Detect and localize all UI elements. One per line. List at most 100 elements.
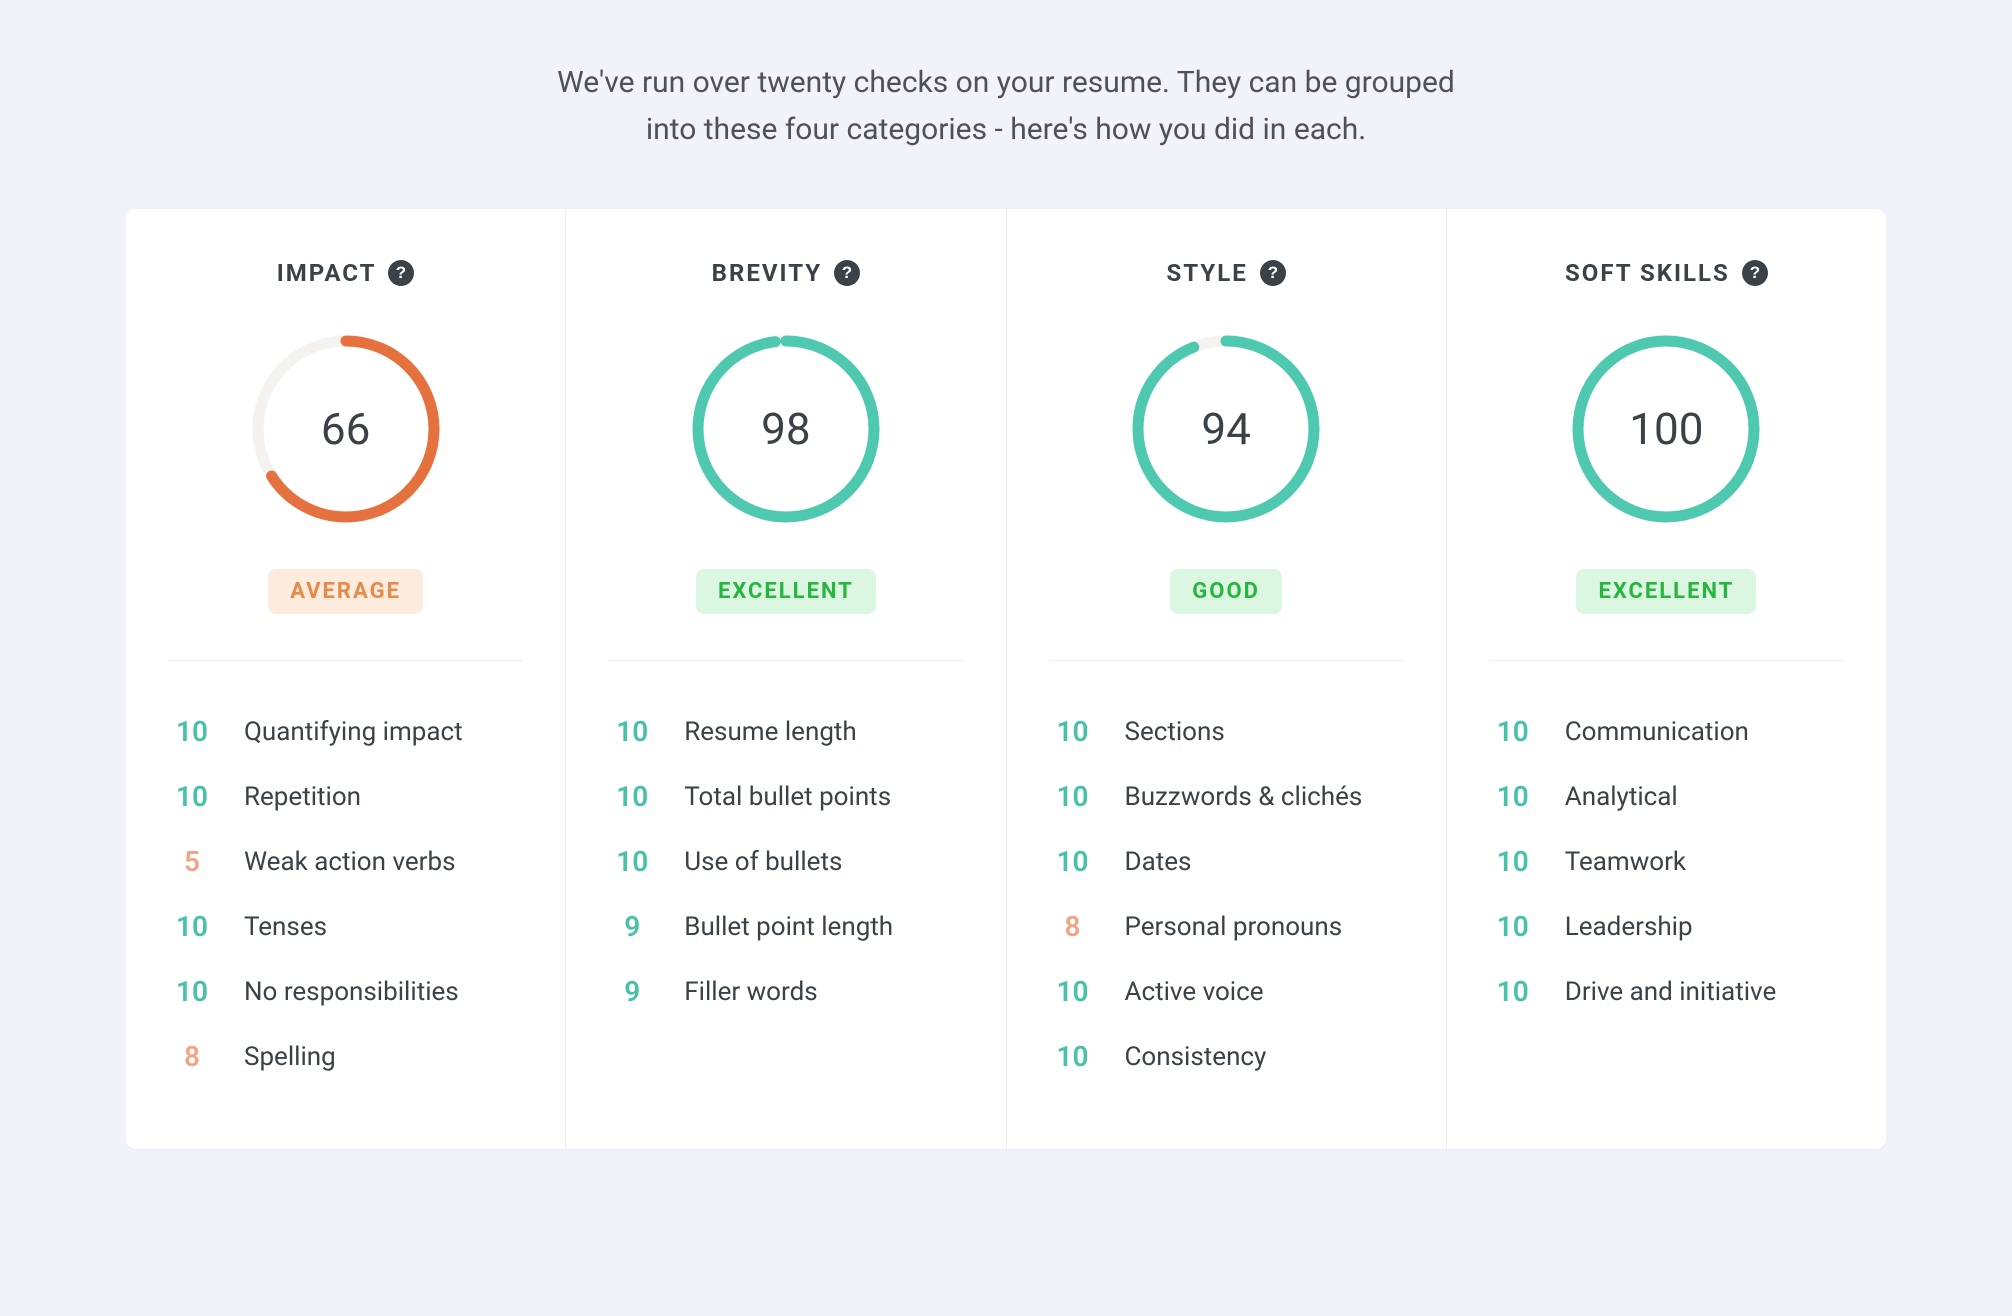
check-label: Active voice <box>1125 977 1264 1007</box>
divider <box>1489 660 1844 661</box>
badge-wrap: EXCELLENT <box>1489 569 1844 614</box>
check-label: Personal pronouns <box>1125 912 1343 942</box>
check-score: 10 <box>1049 845 1097 878</box>
check-score: 10 <box>1489 715 1537 748</box>
score-value: 98 <box>692 335 880 523</box>
check-row[interactable]: 10Sections <box>1049 699 1404 764</box>
check-label: Quantifying impact <box>244 717 463 747</box>
intro-text: We've run over twenty checks on your res… <box>50 60 1962 153</box>
check-row[interactable]: 10 Active voice <box>1049 959 1404 1024</box>
badge-wrap: AVERAGE <box>168 569 523 614</box>
check-row[interactable]: 9Bullet point length <box>608 894 963 959</box>
check-row[interactable]: 8 Personal pronouns <box>1049 894 1404 959</box>
check-score: 10 <box>168 975 216 1008</box>
badge-wrap: GOOD <box>1049 569 1404 614</box>
check-label: Total bullet points <box>684 782 891 812</box>
check-label: Sections <box>1125 717 1225 747</box>
check-row[interactable]: 5Weak action verbs <box>168 829 523 894</box>
check-row[interactable]: 10Use of bullets <box>608 829 963 894</box>
intro-line-1: We've run over twenty checks on your res… <box>557 65 1455 100</box>
check-label: Filler words <box>684 977 817 1007</box>
checks-list: 10 Communication 10 Analytical 10 Teamwork 10 L… <box>1489 699 1844 1024</box>
check-row[interactable]: 10 Total bullet points <box>608 764 963 829</box>
check-row[interactable]: 10Tenses <box>168 894 523 959</box>
score-ring-wrap: 66 <box>168 335 523 523</box>
category-card: BREVITY?98EXCELLENT10Resume length10Tota… <box>566 209 1006 1149</box>
check-row[interactable]: 8 Spelling <box>168 1024 523 1089</box>
score-value: 100 <box>1572 335 1760 523</box>
resume-check-panel: We've run over twenty checks on your res… <box>0 0 2012 1149</box>
check-row[interactable]: 10 Buzzwords & clichés <box>1049 764 1404 829</box>
status-badge: EXCELLENT <box>696 569 876 614</box>
check-score: 9 <box>608 975 656 1008</box>
category-card: SOFT SKILLS?100EXCELLENT10Communication1… <box>1447 209 1886 1149</box>
check-label: Teamwork <box>1565 847 1686 877</box>
check-score: 10 <box>1049 1040 1097 1073</box>
category-cards: IMPACT?66AVERAGE10Quantifying impact10Re… <box>126 209 1886 1149</box>
check-label: Communication <box>1565 717 1749 747</box>
score-ring-wrap: 98 <box>608 335 963 523</box>
check-score: 10 <box>608 780 656 813</box>
check-row[interactable]: 10 Repetition <box>168 764 523 829</box>
help-icon[interactable]: ? <box>1260 260 1286 286</box>
divider <box>1049 660 1404 661</box>
check-score: 10 <box>1489 910 1537 943</box>
check-label: Tenses <box>244 912 327 942</box>
divider <box>168 660 523 661</box>
check-score: 10 <box>1489 780 1537 813</box>
check-row[interactable]: 10 No responsibilities <box>168 959 523 1024</box>
check-score: 10 <box>168 780 216 813</box>
status-badge: EXCELLENT <box>1576 569 1756 614</box>
check-row[interactable]: 10 Leadership <box>1489 894 1844 959</box>
check-row[interactable]: 9 Filler words <box>608 959 963 1024</box>
check-label: Use of bullets <box>684 847 842 877</box>
check-row[interactable]: 10Drive and initiative <box>1489 959 1844 1024</box>
check-label: Repetition <box>244 782 361 812</box>
check-score: 8 <box>168 1040 216 1073</box>
svg-text:?: ? <box>1750 263 1760 282</box>
check-label: Analytical <box>1565 782 1678 812</box>
score-ring-wrap: 94 <box>1049 335 1404 523</box>
svg-text:?: ? <box>842 263 852 282</box>
card-header: SOFT SKILLS? <box>1489 259 1844 287</box>
check-row[interactable]: 10Resume length <box>608 699 963 764</box>
checks-list: 10Quantifying impact10Repetition5Weak ac… <box>168 699 523 1089</box>
category-card: STYLE?94GOOD10Sections10Buzzwords & clic… <box>1007 209 1447 1149</box>
card-title: STYLE <box>1167 259 1248 287</box>
status-badge: AVERAGE <box>268 569 423 614</box>
check-row[interactable]: 10 Teamwork <box>1489 829 1844 894</box>
svg-text:?: ? <box>1268 263 1278 282</box>
check-row[interactable]: 10 Communication <box>1489 699 1844 764</box>
check-row[interactable]: 10Quantifying impact <box>168 699 523 764</box>
check-label: Dates <box>1125 847 1192 877</box>
help-icon[interactable]: ? <box>834 260 860 286</box>
check-score: 10 <box>1489 845 1537 878</box>
check-label: Leadership <box>1565 912 1693 942</box>
card-header: STYLE? <box>1049 259 1404 287</box>
check-row[interactable]: 10Consistency <box>1049 1024 1404 1089</box>
help-icon[interactable]: ? <box>388 260 414 286</box>
check-score: 5 <box>168 845 216 878</box>
check-row[interactable]: 10 Analytical <box>1489 764 1844 829</box>
check-score: 10 <box>1049 780 1097 813</box>
card-title: BREVITY <box>712 259 822 287</box>
check-label: No responsibilities <box>244 977 459 1007</box>
check-label: Buzzwords & clichés <box>1125 782 1363 812</box>
checks-list: 10Sections10Buzzwords & clichés10Dates8P… <box>1049 699 1404 1089</box>
score-ring: 66 <box>252 335 440 523</box>
check-score: 8 <box>1049 910 1097 943</box>
help-icon[interactable]: ? <box>1742 260 1768 286</box>
category-card: IMPACT?66AVERAGE10Quantifying impact10Re… <box>126 209 566 1149</box>
divider <box>608 660 963 661</box>
score-ring: 100 <box>1572 335 1760 523</box>
intro-line-2: into these four categories - here's how … <box>646 112 1366 147</box>
check-score: 10 <box>1049 975 1097 1008</box>
check-label: Spelling <box>244 1042 336 1072</box>
card-header: BREVITY? <box>608 259 963 287</box>
checks-list: 10Resume length10Total bullet points10Us… <box>608 699 963 1024</box>
score-ring-wrap: 100 <box>1489 335 1844 523</box>
check-row[interactable]: 10 Dates <box>1049 829 1404 894</box>
badge-wrap: EXCELLENT <box>608 569 963 614</box>
status-badge: GOOD <box>1170 569 1282 614</box>
check-score: 10 <box>608 715 656 748</box>
